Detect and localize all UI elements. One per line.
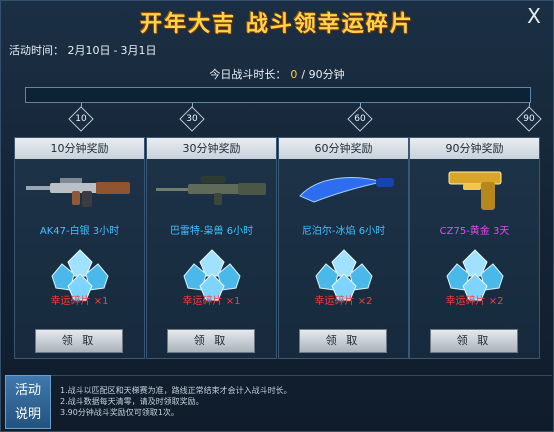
notes-list: 1.战斗以匹配区和天梯赛为准，路线正常结束才会计入战斗时长。 2.战斗数据每天清… bbox=[60, 385, 292, 418]
close-icon[interactable]: X bbox=[523, 5, 545, 27]
reward-card-90min: 90分钟奖励 CZ75-黄金 3天 幸运碎片 ×2 领 取 bbox=[409, 137, 540, 359]
milestone-label: 60 bbox=[354, 114, 366, 124]
battle-progress-bar bbox=[25, 87, 531, 103]
rifle-icon bbox=[26, 178, 130, 207]
reward-item-name: AK47-白银 3小时 bbox=[39, 226, 120, 237]
reward-amount: 幸运碎片 ×1 bbox=[50, 296, 109, 307]
battle-duration: 今日战斗时长： 0/ 90分钟 bbox=[1, 66, 553, 82]
reward-card-header: 90分钟奖励 bbox=[410, 138, 539, 159]
activity-time: 活动时间： 2月10日 -3月1日 bbox=[9, 42, 156, 58]
claim-button[interactable]: 领 取 bbox=[35, 329, 123, 353]
reward-item-name: CZ75-黄金 3天 bbox=[439, 226, 510, 237]
sniper-icon bbox=[156, 176, 266, 205]
reward-card-30min: 30分钟奖励 巴雷特-枭兽 6小时 幸运碎片 ×1 领 取 bbox=[146, 137, 277, 359]
pistol-icon bbox=[448, 171, 502, 210]
reward-card-60min: 60分钟奖励 尼泊尔-冰焰 6小时 幸运碎片 ×2 领 取 bbox=[278, 137, 409, 359]
claim-button[interactable]: 领 取 bbox=[430, 329, 518, 353]
battle-duration-current: 0 bbox=[290, 68, 298, 81]
notes-badge-line: 活动 bbox=[14, 383, 41, 398]
claim-button[interactable]: 领 取 bbox=[299, 329, 387, 353]
note-item: 1.战斗以匹配区和天梯赛为准，路线正常结束才会计入战斗时长。 bbox=[60, 386, 292, 395]
activity-start: 2月10日 bbox=[67, 44, 111, 57]
note-item: 2.战斗数据每天清零，请及时领取奖励。 bbox=[60, 397, 204, 406]
activity-time-label: 活动时间： bbox=[9, 44, 64, 57]
note-item: 3.90分钟战斗奖励仅可领取1次。 bbox=[60, 408, 179, 417]
reward-item-name: 尼泊尔-冰焰 6小时 bbox=[301, 226, 386, 237]
milestone-label: 10 bbox=[75, 114, 87, 124]
knife-icon bbox=[299, 177, 394, 203]
reward-card-10min: 10分钟奖励 AK47-白银 3小时 幸运碎片 ×1 领 取 bbox=[14, 137, 145, 359]
page-title: 开年大吉 战斗领幸运碎片 bbox=[140, 12, 414, 37]
notes-badge-line: 说明 bbox=[14, 407, 41, 422]
reward-card-header: 60分钟奖励 bbox=[279, 138, 408, 159]
reward-item-name: 巴雷特-枭兽 6小时 bbox=[169, 226, 254, 237]
claim-button[interactable]: 领 取 bbox=[167, 329, 255, 353]
battle-duration-label: 今日战斗时长： bbox=[209, 68, 287, 81]
activity-end: 3月1日 bbox=[120, 44, 157, 57]
reward-card-header: 10分钟奖励 bbox=[15, 138, 144, 159]
reward-card-header: 30分钟奖励 bbox=[147, 138, 276, 159]
reward-panel: 开年大吉 战斗领幸运碎片 X 活动时间： 2月10日 -3月1日 今日战斗时长： 0… bbox=[0, 0, 554, 432]
battle-duration-total: / 90分钟 bbox=[301, 68, 345, 81]
milestone-label: 30 bbox=[186, 114, 198, 124]
activity-separator: - bbox=[113, 44, 118, 57]
reward-amount: 幸运碎片 ×2 bbox=[445, 296, 504, 307]
milestone-label: 90 bbox=[523, 114, 535, 124]
reward-amount: 幸运碎片 ×1 bbox=[182, 296, 241, 307]
activity-notes-badge: 活动 说明 bbox=[5, 375, 51, 429]
reward-amount: 幸运碎片 ×2 bbox=[314, 296, 373, 307]
